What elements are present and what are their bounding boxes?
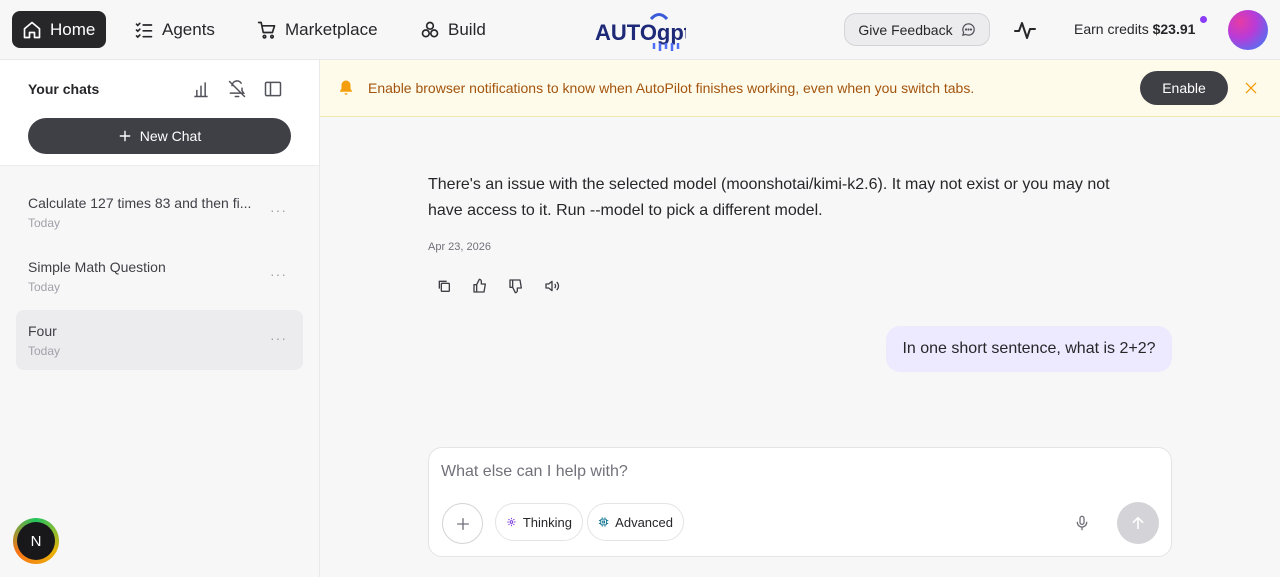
advanced-toggle[interactable]: Advanced (587, 503, 684, 541)
thumbs-up-button[interactable] (472, 278, 488, 294)
nav-build-label: Build (448, 19, 486, 39)
give-feedback-button[interactable]: Give Feedback (844, 13, 990, 46)
chat-list-item[interactable]: Simple Math Question Today ··· (16, 246, 303, 306)
new-chat-label: New Chat (139, 128, 202, 144)
mute-notifications-button[interactable] (227, 79, 247, 99)
nav-agents-button[interactable]: Agents (124, 11, 225, 48)
activity-icon (1014, 22, 1036, 39)
user-message: In one short sentence, what is 2+2? (886, 326, 1172, 372)
message-composer: Thinking Advanced (428, 447, 1172, 557)
advanced-label: Advanced (615, 514, 673, 530)
chat-list-item-active[interactable]: Four Today ··· (16, 310, 303, 370)
thumbs-up-icon (473, 278, 486, 293)
toggle-sidebar-button[interactable] (263, 79, 283, 99)
assistant-message: There's an issue with the selected model… (428, 176, 1110, 219)
chat-title: Simple Math Question (28, 259, 166, 275)
voice-input-button[interactable] (1074, 515, 1090, 531)
nav-home-label: Home (50, 19, 96, 39)
plus-icon (119, 130, 131, 142)
close-banner-button[interactable] (1243, 80, 1259, 96)
chat-options-button[interactable]: ··· (270, 330, 287, 346)
blocks-icon (421, 21, 439, 37)
chat-sidebar: Your chats New Chat Calculate 127 times … (0, 60, 320, 577)
thinking-label: Thinking (522, 514, 572, 530)
chat-main-area: Enable browser notifications to know whe… (320, 60, 1280, 577)
copy-button[interactable] (436, 278, 452, 294)
thumbs-down-icon (509, 279, 522, 294)
banner-message: Enable browser notifications to know whe… (368, 80, 975, 96)
chat-title: Calculate 127 times 83 and then fi... (28, 195, 252, 211)
bell-off-icon (228, 80, 246, 98)
nav-agents-label: Agents (162, 19, 215, 39)
feedback-label: Give Feedback (858, 21, 953, 38)
speaker-icon (545, 280, 560, 292)
credits-amount: $23.91 (1152, 21, 1196, 37)
message-actions (436, 278, 560, 294)
home-icon (23, 21, 41, 38)
cart-icon (257, 21, 276, 39)
chat-date: Today (28, 216, 61, 230)
sidebar-title: Your chats (28, 81, 100, 97)
credits-label: Earn credits (1074, 21, 1149, 37)
nav-home-button[interactable]: Home (12, 11, 106, 48)
chat-date: Today (28, 344, 61, 358)
notification-dot (1200, 16, 1207, 23)
copy-icon (438, 280, 450, 292)
plus-icon (456, 517, 469, 530)
bell-icon (337, 79, 355, 97)
close-icon (1245, 82, 1257, 94)
send-button[interactable] (1117, 502, 1159, 544)
chat-options-button[interactable]: ··· (270, 202, 287, 218)
autogpt-logo[interactable]: AUTOgpt (594, 9, 686, 51)
brain-icon (507, 517, 516, 527)
chat-title: Four (28, 323, 57, 339)
chat-date: Today (28, 280, 61, 294)
new-chat-button[interactable]: New Chat (28, 118, 291, 154)
arrow-up-icon (1132, 516, 1144, 530)
user-initial: N (17, 522, 55, 560)
enable-notifications-button[interactable]: Enable (1140, 71, 1228, 105)
logo-wordmark: AUTOgpt (595, 20, 686, 45)
earn-credits-button[interactable]: Earn credits $23.91 (1074, 21, 1195, 37)
bar-chart-icon (194, 82, 208, 98)
notification-banner: Enable browser notifications to know whe… (320, 60, 1280, 117)
sidebar-panel-icon (264, 81, 282, 97)
activity-button[interactable] (1013, 18, 1037, 42)
chat-options-button[interactable]: ··· (270, 266, 287, 282)
thumbs-down-button[interactable] (508, 278, 524, 294)
chat-bubble-icon (961, 23, 975, 37)
top-navigation-bar: Home Agents Marketplace Build AUTOgpt Gi… (0, 0, 1280, 60)
message-input[interactable] (441, 460, 1141, 484)
sidebar-header: Your chats New Chat (0, 60, 319, 166)
message-date: Apr 23, 2026 (428, 241, 491, 253)
user-initial-badge[interactable]: N (13, 518, 59, 564)
nav-marketplace-label: Marketplace (285, 19, 378, 39)
microphone-icon (1076, 515, 1088, 531)
usage-chart-button[interactable] (191, 79, 211, 99)
nav-build-button[interactable]: Build (410, 11, 496, 48)
read-aloud-button[interactable] (544, 278, 560, 294)
chat-list-item[interactable]: Calculate 127 times 83 and then fi... To… (16, 182, 303, 242)
thinking-toggle[interactable]: Thinking (495, 503, 583, 541)
list-check-icon (135, 22, 153, 38)
attach-button[interactable] (442, 503, 483, 544)
nav-marketplace-button[interactable]: Marketplace (247, 11, 388, 48)
chip-icon (598, 517, 609, 527)
user-avatar[interactable] (1228, 10, 1268, 50)
